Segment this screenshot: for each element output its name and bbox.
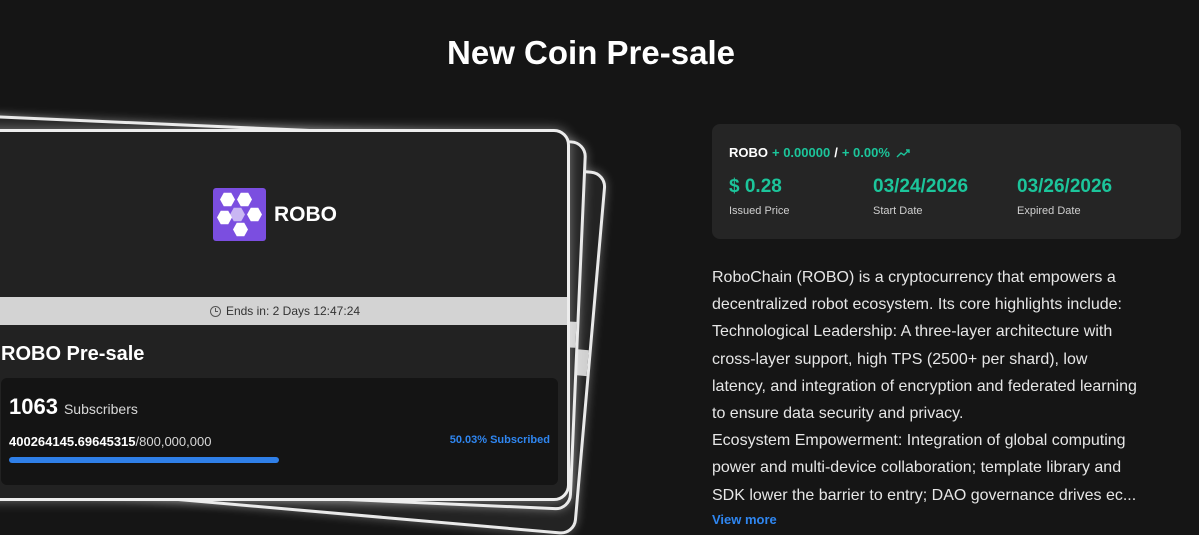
issued-price-metric: $ 0.28 Issued Price [729, 176, 790, 217]
expired-date-label: Expired Date [1017, 205, 1081, 217]
ticker-row: ROBO + 0.00000 / + 0.00% [729, 145, 910, 160]
description-line: to ensure data security and privacy. [712, 405, 964, 423]
presale-page: New Coin Pre-sale ROBO Ends in: 2 Days 1… [0, 0, 1199, 535]
clock-icon [209, 305, 221, 317]
countdown-text: Ends in: 2 Days 12:47:24 [225, 304, 361, 318]
expired-date-value: 03/26/2026 [1017, 176, 1113, 197]
coin-symbol: ROBO [274, 202, 337, 226]
subscription-stats: 1063 Subscribers 400264145.69645315/800,… [1, 378, 558, 485]
logo-hex [230, 207, 245, 222]
description-line: latency, and integration of encryption a… [712, 377, 1137, 395]
description-line: cross-layer support, high TPS (2500+ per… [712, 350, 1088, 368]
issued-price-value: $ 0.28 [729, 176, 782, 197]
presale-card[interactable]: ROBO Ends in: 2 Days 12:47:24 ROBO Pre-s… [0, 129, 570, 501]
logo-hex [217, 210, 232, 225]
description-line: power and multi-device collaboration; te… [712, 459, 1122, 477]
coin-info-box: ROBO + 0.00000 / + 0.00% $ 0.28 Issued P… [712, 124, 1181, 239]
raised-total: /800,000,000 [135, 434, 212, 449]
coin-description: RoboChain (ROBO) is a cryptocurrency tha… [712, 264, 1182, 509]
progress-fill [9, 457, 280, 463]
description-line: SDK lower the barrier to entry; DAO gove… [712, 486, 1137, 504]
description-line: decentralized robot ecosystem. Its core … [712, 296, 1122, 314]
logo-hex [247, 207, 262, 222]
issued-price-label: Issued Price [729, 205, 790, 217]
raised-current: 400264145.69645315 [9, 434, 136, 449]
countdown-bar: Ends in: 2 Days 12:47:24 [0, 297, 567, 325]
ticker-symbol: ROBO [729, 145, 768, 160]
percent-change: + 0.00% [841, 145, 890, 160]
start-date-label: Start Date [873, 205, 923, 217]
expired-date-metric: 03/26/2026 Expired Date [1017, 176, 1112, 217]
raised-amount: 400264145.69645315/800,000,000 [9, 434, 211, 449]
robo-logo-icon [213, 188, 266, 241]
start-date-value: 03/24/2026 [873, 176, 969, 197]
presale-title: ROBO Pre-sale [1, 343, 145, 365]
price-change: + 0.00000 [772, 145, 831, 160]
ticker-separator: / [834, 145, 838, 160]
view-more-link[interactable]: View more [712, 512, 777, 527]
description-line: Ecosystem Empowerment: Integration of gl… [712, 432, 1126, 450]
description-line: RoboChain (ROBO) is a cryptocurrency tha… [712, 269, 1116, 286]
trend-up-icon [896, 148, 910, 157]
logo-hex [237, 192, 252, 207]
logo-hex [233, 222, 248, 237]
subscriber-count: 1063 Subscribers [9, 394, 138, 420]
presale-card-stack: ROBO Ends in: 2 Days 12:47:24 ROBO Pre-s… [0, 0, 700, 535]
description-line: Technological Leadership: A three-layer … [712, 323, 1113, 341]
subscribed-percent: 50.03% Subscribed [449, 434, 550, 446]
subscriber-label: Subscribers [63, 401, 138, 417]
subscription-progress-bar [9, 457, 549, 463]
subscriber-number: 1063 [9, 394, 58, 419]
card-header: ROBO [0, 132, 567, 297]
start-date-metric: 03/24/2026 Start Date [873, 176, 968, 217]
logo-hex [220, 192, 235, 207]
